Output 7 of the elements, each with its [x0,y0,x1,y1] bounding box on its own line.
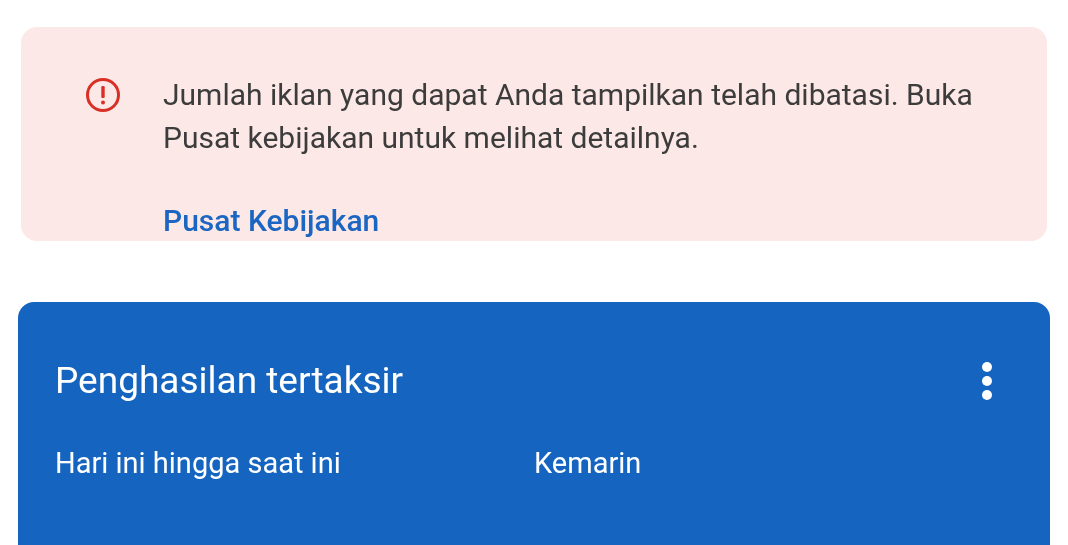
column-label: Kemarin [534,445,643,481]
alert-message: Jumlah iklan yang dapat Anda tampilkan telah dibatasi. Buka Pusat kebijakan untuk melihat detailnya. [163,76,974,157]
policy-center-link[interactable]: Pusat Kebijakan [163,201,380,241]
warning-icon [85,77,121,113]
column-label: Hari ini hingga saat ini [55,445,342,481]
card-title: Penghasilan tertaksir [55,359,404,403]
more-options-icon[interactable] [981,361,993,401]
